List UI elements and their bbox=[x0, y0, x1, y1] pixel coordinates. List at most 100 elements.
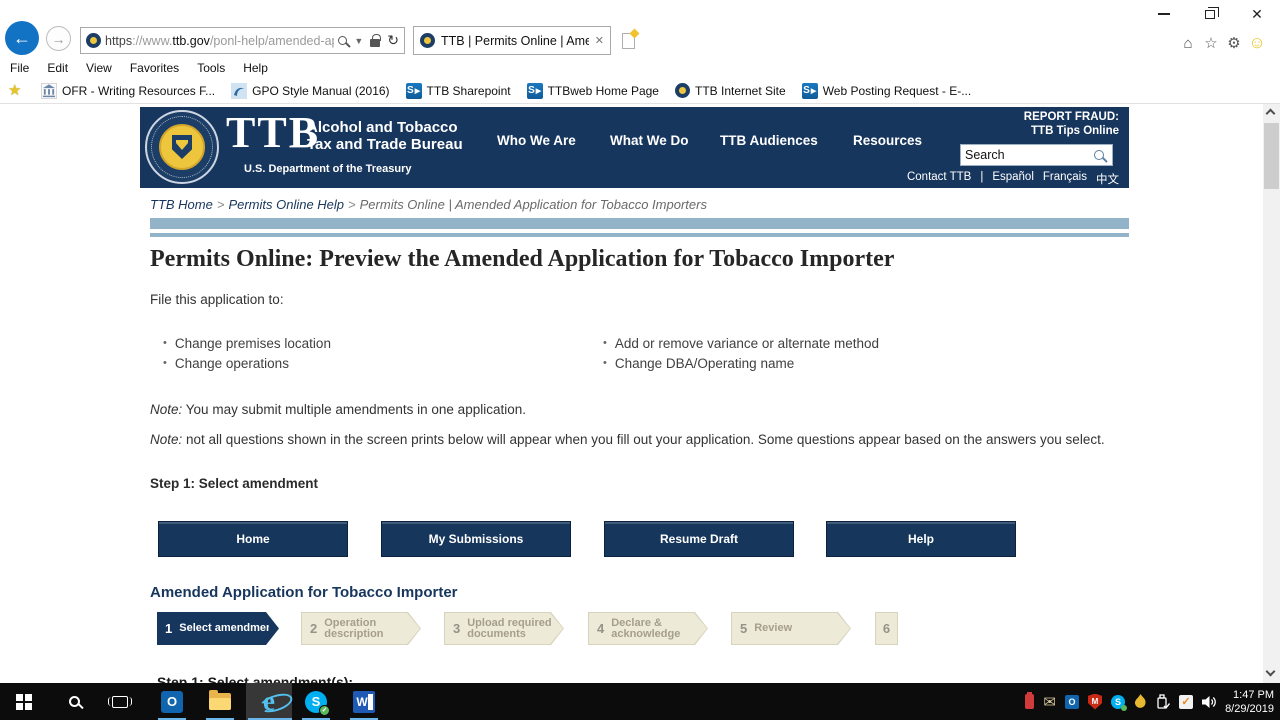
close-button[interactable]: ✕ bbox=[1245, 6, 1269, 22]
breadcrumb-permits-online-help[interactable]: Permits Online Help bbox=[228, 197, 344, 212]
file-explorer-icon bbox=[209, 690, 231, 710]
help-button[interactable]: Help bbox=[826, 521, 1016, 557]
nav-who-we-are[interactable]: Who We Are bbox=[497, 133, 576, 148]
menu-file[interactable]: File bbox=[1, 61, 38, 75]
favorite-item[interactable]: S ▶ TTB Sharepoint bbox=[405, 82, 511, 99]
bullet-text: Change operations bbox=[174, 355, 289, 371]
skype-tray-icon[interactable]: S bbox=[1111, 694, 1127, 711]
new-tab-button[interactable] bbox=[617, 30, 639, 52]
menu-view[interactable]: View bbox=[77, 61, 121, 75]
minimize-button[interactable] bbox=[1152, 6, 1176, 22]
search-icon[interactable] bbox=[1094, 150, 1104, 160]
taskbar-internet-explorer[interactable]: e bbox=[248, 683, 292, 720]
browser-tab[interactable]: TTB | Permits Online | Ame... ✕ bbox=[413, 26, 611, 55]
bullet-icon: • bbox=[163, 357, 167, 369]
menu-favorites[interactable]: Favorites bbox=[121, 61, 188, 75]
search-icon[interactable] bbox=[338, 36, 348, 45]
tab-close-icon[interactable]: ✕ bbox=[595, 34, 604, 47]
wizard-step-6[interactable]: 6 bbox=[875, 612, 898, 645]
flame-icon[interactable] bbox=[1134, 693, 1147, 710]
site-search-input[interactable] bbox=[965, 148, 1094, 162]
favorite-item[interactable]: GPO Style Manual (2016) bbox=[231, 82, 390, 99]
tab-favicon bbox=[420, 33, 435, 48]
chevron-down-icon[interactable]: ▼ bbox=[354, 36, 363, 46]
speaker-icon[interactable] bbox=[1202, 695, 1218, 709]
forward-button[interactable]: → bbox=[46, 26, 71, 51]
url-domain: ttb.gov bbox=[172, 33, 210, 48]
report-fraud[interactable]: REPORT FRAUD: TTB Tips Online bbox=[1024, 110, 1119, 138]
espanol-link[interactable]: Español bbox=[992, 171, 1034, 187]
partial-step-heading: Step 1: Select amendment(s): bbox=[157, 674, 354, 683]
favorite-label: TTBweb Home Page bbox=[547, 83, 659, 98]
list-item: • Change DBA/Operating name bbox=[603, 353, 879, 373]
bullet-list-right: • Add or remove variance or alternate met… bbox=[603, 333, 879, 373]
list-item: • Add or remove variance or alternate met… bbox=[603, 333, 879, 353]
step-number: 6 bbox=[882, 621, 891, 636]
add-favorite-star-icon[interactable] bbox=[8, 81, 25, 99]
taskbar-outlook[interactable]: O bbox=[156, 683, 188, 720]
nav-what-we-do[interactable]: What We Do bbox=[610, 133, 689, 148]
wizard-step-5[interactable]: 5 Review bbox=[731, 612, 851, 645]
taskbar-word[interactable]: W bbox=[348, 683, 380, 720]
francais-link[interactable]: Français bbox=[1043, 171, 1087, 187]
nav-ttb-audiences[interactable]: TTB Audiences bbox=[720, 133, 818, 148]
restore-button[interactable] bbox=[1198, 6, 1222, 22]
tab-title: TTB | Permits Online | Ame... bbox=[441, 33, 589, 48]
home-icon[interactable]: ⌂ bbox=[1178, 33, 1198, 53]
favorite-item[interactable]: S ▶ TTBweb Home Page bbox=[526, 82, 659, 99]
page-scrollbar[interactable] bbox=[1263, 104, 1280, 683]
chinese-link[interactable]: 中文 bbox=[1096, 171, 1119, 187]
taskbar-clock[interactable]: 1:47 PM 8/29/2019 bbox=[1225, 683, 1274, 720]
scrollbar-thumb[interactable] bbox=[1264, 123, 1279, 189]
lock-icon[interactable] bbox=[370, 33, 381, 47]
usb-device-icon[interactable] bbox=[1156, 693, 1170, 710]
breadcrumb: TTB Home > Permits Online Help > Permits Onl… bbox=[150, 197, 707, 212]
back-button[interactable]: ← bbox=[5, 21, 39, 55]
mcafee-shield-icon[interactable]: M bbox=[1088, 693, 1102, 710]
contact-ttb-link[interactable]: Contact TTB bbox=[907, 171, 971, 187]
address-bar[interactable]: https://www.ttb.gov/ponl-help/amended-ap… bbox=[80, 27, 405, 54]
start-button[interactable] bbox=[10, 683, 38, 720]
step-label: Upload required documents bbox=[467, 616, 552, 640]
scroll-up-icon[interactable] bbox=[1265, 108, 1276, 119]
settings-gear-icon[interactable]: ⚙ bbox=[1224, 33, 1244, 53]
battery-status-icon[interactable] bbox=[1025, 692, 1035, 709]
favorites-bar: OFR - Writing Resources F... GPO Style M… bbox=[0, 78, 1280, 104]
url-text[interactable]: https://www.ttb.gov/ponl-help/amended-ap bbox=[105, 34, 334, 48]
menu-edit[interactable]: Edit bbox=[38, 61, 77, 75]
scroll-down-icon[interactable] bbox=[1265, 666, 1276, 679]
menu-help[interactable]: Help bbox=[234, 61, 277, 75]
nav-resources[interactable]: Resources bbox=[853, 133, 922, 148]
feedback-smiley-icon[interactable]: ☺ bbox=[1247, 33, 1267, 53]
resume-draft-button[interactable]: Resume Draft bbox=[604, 521, 794, 557]
refresh-icon[interactable]: ↻ bbox=[387, 32, 399, 49]
taskbar-search-button[interactable] bbox=[60, 683, 88, 720]
favorite-item[interactable]: TTB Internet Site bbox=[674, 83, 786, 98]
browser-navrow: ← → https://www.ttb.gov/ponl-help/amende… bbox=[0, 21, 1280, 57]
site-department: U.S. Department of the Treasury bbox=[244, 163, 412, 175]
wizard-step-3[interactable]: 3 Upload required documents bbox=[444, 612, 564, 645]
outlook-tray-icon[interactable]: O bbox=[1065, 694, 1079, 709]
checkmark-app-icon[interactable]: ✓ bbox=[1179, 694, 1193, 709]
site-search-box[interactable] bbox=[960, 144, 1113, 166]
taskbar-file-explorer[interactable] bbox=[204, 683, 236, 720]
sharepoint-icon: S ▶ bbox=[801, 82, 818, 99]
home-button[interactable]: Home bbox=[158, 521, 348, 557]
breadcrumb-ttb-home[interactable]: TTB Home bbox=[150, 197, 213, 212]
mail-envelope-icon[interactable]: ✉ bbox=[1043, 693, 1056, 711]
menu-tools[interactable]: Tools bbox=[188, 61, 234, 75]
wizard-step-4[interactable]: 4 Declare & acknowledge bbox=[588, 612, 708, 645]
desktop-screen: ✕ ← → https://www.ttb.gov/ponl-help/amen… bbox=[0, 0, 1280, 720]
wizard-step-1[interactable]: 1 Select amendment bbox=[157, 612, 279, 645]
my-submissions-button[interactable]: My Submissions bbox=[381, 521, 571, 557]
favorite-item[interactable]: S ▶ Web Posting Request - E-... bbox=[801, 82, 971, 99]
favorite-item[interactable]: OFR - Writing Resources F... bbox=[41, 82, 215, 99]
wizard-step-2[interactable]: 2 Operation description bbox=[301, 612, 421, 645]
taskbar-skype[interactable]: S ✓ bbox=[300, 683, 332, 720]
system-tray: ✉ O M S ✓ bbox=[1025, 683, 1218, 720]
clock-time: 1:47 PM bbox=[1233, 688, 1274, 701]
task-view-button[interactable] bbox=[106, 683, 134, 720]
list-item: • Change premises location bbox=[163, 333, 331, 353]
sharepoint-arrow: ▶ bbox=[414, 87, 421, 95]
favorites-star-icon[interactable]: ☆ bbox=[1201, 33, 1221, 53]
